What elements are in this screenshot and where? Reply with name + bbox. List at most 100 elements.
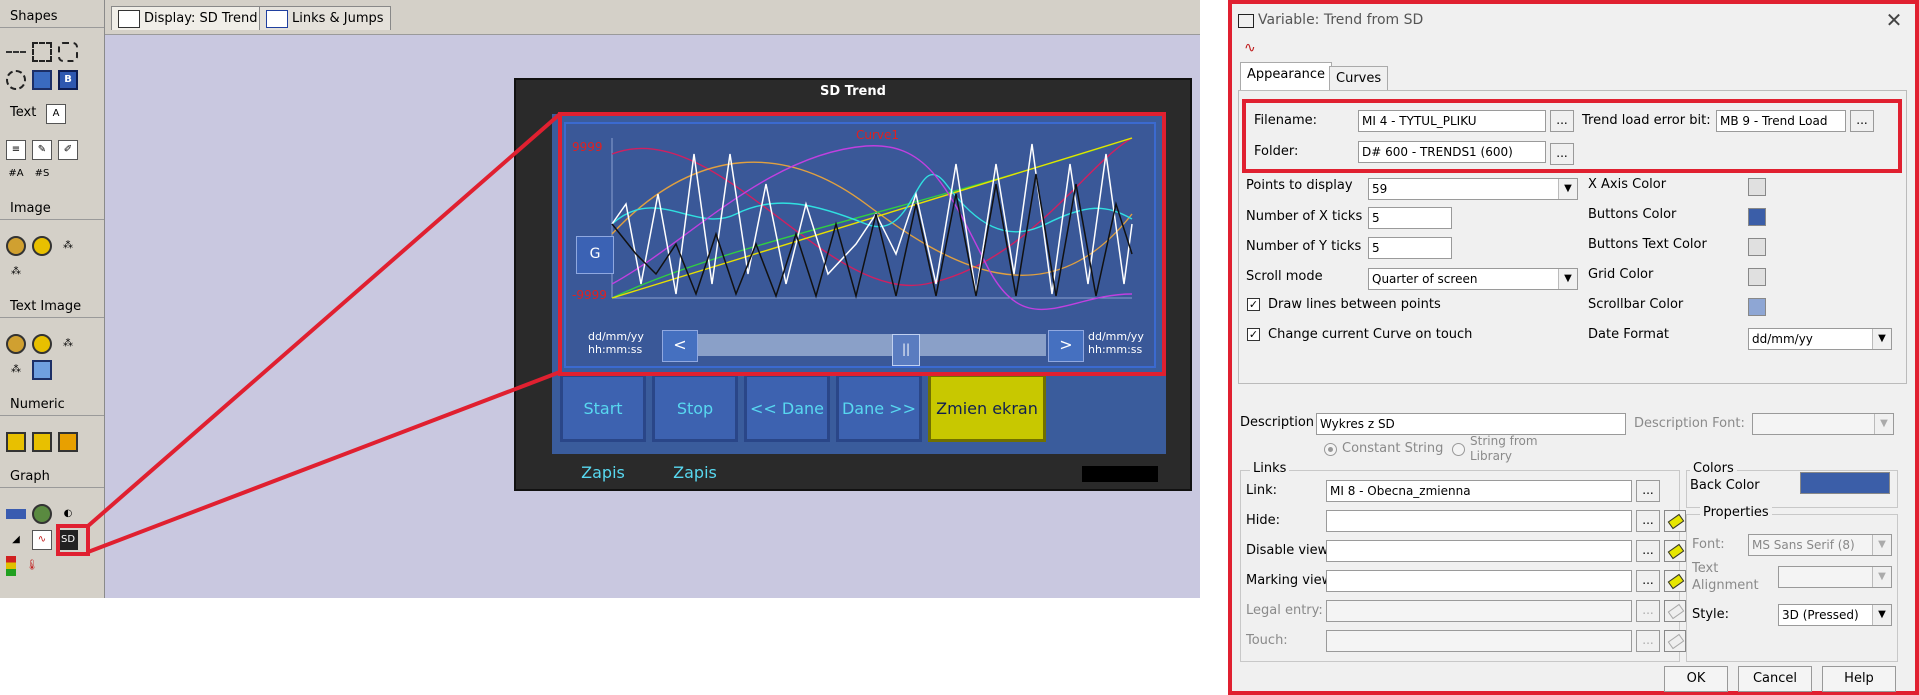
folder-field[interactable]: D# 600 - TRENDS1 (600): [1358, 141, 1546, 163]
touch-field: [1326, 630, 1632, 652]
variable-trend-dialog: Variable: Trend from SD ✕ ∿ Appearance C…: [1228, 0, 1919, 695]
hide-field[interactable]: [1326, 510, 1632, 532]
scrollbar-color-label: Scrollbar Color: [1588, 297, 1684, 312]
text-alignment-line2: Alignment: [1692, 578, 1759, 593]
help-button[interactable]: Help: [1822, 666, 1896, 692]
date-format-label: Date Format: [1588, 327, 1670, 342]
hide-label: Hide:: [1246, 513, 1281, 528]
hide-clear-icon[interactable]: [1664, 510, 1686, 532]
chevron-down-icon: ▼: [1558, 179, 1577, 199]
dialog-window-icon: [1238, 14, 1254, 28]
style-value: 3D (Pressed): [1782, 608, 1859, 622]
font-select: MS Sans Serif (8) ▼: [1748, 534, 1892, 556]
change-curve-label: Change current Curve on touch: [1268, 327, 1473, 342]
close-icon[interactable]: ✕: [1882, 8, 1906, 32]
touch-label: Touch:: [1246, 633, 1288, 648]
font-label: Font:: [1692, 537, 1725, 552]
links-group-title: Links: [1250, 461, 1290, 476]
legal-entry-browse-button: ...: [1636, 600, 1660, 622]
chevron-down-icon: ▼: [1872, 567, 1891, 587]
chevron-down-icon: ▼: [1872, 535, 1891, 555]
string-from-library-radio[interactable]: [1452, 443, 1465, 456]
string-from-library-line2: Library: [1470, 449, 1512, 463]
marking-view-field[interactable]: [1326, 570, 1632, 592]
tab-appearance[interactable]: Appearance: [1240, 62, 1333, 90]
text-alignment-label: Text Alignment: [1692, 560, 1759, 594]
ok-button[interactable]: OK: [1664, 666, 1728, 692]
description-font-select: ▼: [1752, 413, 1894, 435]
link-label: Link:: [1246, 483, 1278, 498]
x-axis-color-swatch[interactable]: [1748, 178, 1766, 196]
style-select[interactable]: 3D (Pressed) ▼: [1778, 604, 1892, 626]
disable-view-clear-icon[interactable]: [1664, 540, 1686, 562]
chevron-down-icon: ▼: [1872, 329, 1891, 349]
link-field[interactable]: MI 8 - Obecna_zmienna: [1326, 480, 1632, 502]
points-to-display-value: 59: [1372, 182, 1388, 196]
chevron-down-icon: ▼: [1874, 414, 1893, 434]
tab-curves[interactable]: Curves: [1329, 66, 1389, 90]
dialog-title: Variable: Trend from SD: [1258, 12, 1424, 28]
date-format-select[interactable]: dd/mm/yy ▼: [1748, 328, 1892, 350]
legal-entry-label: Legal entry:: [1246, 603, 1323, 618]
font-value: MS Sans Serif (8): [1752, 538, 1855, 552]
legal-entry-clear-icon: [1664, 600, 1686, 622]
description-field[interactable]: Wykres z SD: [1316, 413, 1626, 435]
buttons-text-color-swatch[interactable]: [1748, 238, 1766, 256]
points-to-display-label: Points to display: [1246, 178, 1353, 193]
disable-view-field[interactable]: [1326, 540, 1632, 562]
cancel-button[interactable]: Cancel: [1738, 666, 1812, 692]
colors-group-title: Colors: [1690, 461, 1737, 476]
constant-string-radio[interactable]: [1324, 443, 1337, 456]
y-ticks-field[interactable]: 5: [1368, 237, 1452, 259]
annotation-connectors: [86, 112, 562, 554]
date-format-value: dd/mm/yy: [1752, 332, 1813, 346]
text-alignment-line1: Text: [1692, 561, 1719, 576]
disable-view-browse-button[interactable]: ...: [1636, 540, 1660, 562]
touch-browse-button: ...: [1636, 630, 1660, 652]
scrollbar-color-swatch[interactable]: [1748, 298, 1766, 316]
chevron-down-icon: ▼: [1558, 269, 1577, 289]
description-font-label: Description Font:: [1634, 416, 1745, 431]
trend-load-error-label: Trend load error bit:: [1582, 113, 1711, 128]
marking-view-browse-button[interactable]: ...: [1636, 570, 1660, 592]
filename-label: Filename:: [1254, 113, 1318, 128]
style-label: Style:: [1692, 607, 1730, 622]
marking-view-label: Marking view:: [1246, 573, 1336, 588]
hide-browse-button[interactable]: ...: [1636, 510, 1660, 532]
chevron-down-icon: ▼: [1872, 605, 1891, 625]
back-color-label: Back Color: [1690, 478, 1760, 493]
x-ticks-field[interactable]: 5: [1368, 207, 1452, 229]
string-from-library-line1: String from: [1470, 434, 1538, 448]
buttons-color-swatch[interactable]: [1748, 208, 1766, 226]
properties-group-title: Properties: [1700, 505, 1772, 520]
scroll-mode-select[interactable]: Quarter of screen ▼: [1368, 268, 1578, 290]
filename-browse-button[interactable]: ...: [1550, 110, 1574, 132]
x-ticks-label: Number of X ticks: [1246, 209, 1363, 224]
text-alignment-select: ▼: [1778, 566, 1892, 588]
points-to-display-select[interactable]: 59 ▼: [1368, 178, 1578, 200]
folder-label: Folder:: [1254, 144, 1299, 159]
link-browse-button[interactable]: ...: [1636, 480, 1660, 502]
scroll-mode-value: Quarter of screen: [1372, 272, 1478, 286]
string-from-library-label: String from Library: [1470, 434, 1538, 464]
trend-load-error-browse-button[interactable]: ...: [1850, 110, 1874, 132]
filename-field[interactable]: MI 4 - TYTUL_PLIKU: [1358, 110, 1546, 132]
x-axis-color-label: X Axis Color: [1588, 177, 1667, 192]
buttons-text-color-label: Buttons Text Color: [1588, 237, 1707, 252]
draw-lines-label: Draw lines between points: [1268, 297, 1441, 312]
trend-load-error-field[interactable]: MB 9 - Trend Load: [1716, 110, 1846, 132]
touch-clear-icon: [1664, 630, 1686, 652]
legal-entry-field: [1326, 600, 1632, 622]
trend-icon: ∿: [1244, 40, 1256, 56]
change-curve-checkbox[interactable]: ✓: [1247, 328, 1260, 341]
constant-string-label: Constant String: [1342, 441, 1444, 456]
back-color-swatch[interactable]: [1800, 472, 1890, 494]
draw-lines-checkbox[interactable]: ✓: [1247, 298, 1260, 311]
folder-browse-button[interactable]: ...: [1550, 143, 1574, 165]
disable-view-label: Disable view:: [1246, 543, 1332, 558]
grid-color-swatch[interactable]: [1748, 268, 1766, 286]
description-label: Description: [1240, 415, 1315, 430]
grid-color-label: Grid Color: [1588, 267, 1654, 282]
marking-view-clear-icon[interactable]: [1664, 570, 1686, 592]
y-ticks-label: Number of Y ticks: [1246, 239, 1362, 254]
